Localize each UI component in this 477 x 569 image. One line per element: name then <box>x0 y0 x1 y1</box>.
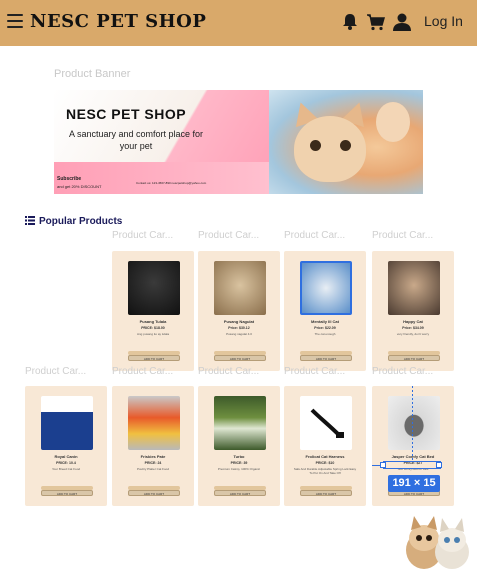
resize-handle-left[interactable] <box>380 462 386 468</box>
product-image <box>128 396 180 450</box>
cat-paw <box>376 102 410 142</box>
product-name: Pusang Tulala <box>139 319 167 324</box>
brand-logo[interactable]: NESC PET SHOP <box>30 11 206 32</box>
user-icon[interactable] <box>392 12 412 32</box>
product-description: Your Breed Cat Food <box>51 467 81 471</box>
banner-title: NESC PET SHOP <box>66 106 187 122</box>
banner-subscribe-note: and get 20% DISCOUNT <box>57 184 102 189</box>
bell-icon[interactable] <box>340 12 360 32</box>
banner-contact: Contact us: 123-4567-890 nescpetshop@yah… <box>136 181 207 185</box>
product-banner[interactable]: NESC PET SHOP A sanctuary and comfort pl… <box>54 90 423 194</box>
product-price: Price: $34.09 <box>402 326 424 330</box>
product-image <box>300 261 352 315</box>
product-description: Safe And Durable Adjustable Spring Lock … <box>293 467 357 475</box>
product-image <box>300 396 352 450</box>
add-to-cart-button[interactable]: ADD TO CART <box>214 355 266 361</box>
card-label: Product Car... <box>284 230 346 241</box>
login-link[interactable]: Log In <box>424 13 463 29</box>
product-card[interactable]: Happy Cat Price: $34.09 very friendly, d… <box>372 251 454 371</box>
product-card[interactable]: Royal Canin PRICE: 10.4 Your Breed Cat F… <box>25 386 107 506</box>
top-navigation-bar: NESC PET SHOP Log In <box>0 0 477 46</box>
product-image <box>388 396 440 450</box>
product-name: Jasper Comfy Cat Bed <box>391 454 435 459</box>
list-icon <box>25 215 35 225</box>
banner-tagline: A sanctuary and comfort place for your p… <box>68 129 204 151</box>
banner-subscribe: Subscribe <box>57 176 82 182</box>
popular-products-title: Popular Products <box>39 216 123 227</box>
add-to-cart-button[interactable]: ADD TO CART <box>300 355 352 361</box>
product-image <box>214 396 266 450</box>
product-price: Price: $30.12 <box>228 326 250 330</box>
hamburger-menu-icon[interactable] <box>7 14 23 28</box>
product-card[interactable]: Turbo PRICE: 39 Premium Catnip, 100% Org… <box>198 386 280 506</box>
product-card[interactable]: Mentally Ill Cat Price: $22.09 The cat e… <box>284 251 366 371</box>
add-to-cart-button[interactable]: ADD TO CART <box>128 490 180 496</box>
measure-guide-vertical <box>412 386 413 461</box>
cat-face <box>294 116 366 182</box>
product-card[interactable]: Pusang Nagulat Price: $30.12 Pusang nagu… <box>198 251 280 371</box>
product-price: PRICE: $10 <box>315 461 335 465</box>
product-name: Happy Cat <box>403 319 423 324</box>
cart-icon[interactable] <box>366 12 386 32</box>
product-name: Pusang Nagulat <box>223 319 255 324</box>
cat-eye-right <box>340 140 351 151</box>
card-label: Product Car... <box>112 230 174 241</box>
product-name: Mentally Ill Cat <box>310 319 339 324</box>
card-label: Product Car... <box>372 230 434 241</box>
product-price: PRICE: 39 <box>230 461 248 465</box>
product-card[interactable]: Pusang Tulala PRICE: $18.00 Ang pusang i… <box>112 251 194 371</box>
card-label: Product Car... <box>112 366 174 377</box>
product-image <box>128 261 180 315</box>
banner-pink-stripe <box>54 162 269 194</box>
product-card[interactable]: Frolicat Cat Harness PRICE: $10 Safe And… <box>284 386 366 506</box>
add-to-cart-button[interactable]: ADD TO CART <box>300 490 352 496</box>
product-price: Price: $22.09 <box>314 326 336 330</box>
resize-handle-right[interactable] <box>436 462 442 468</box>
product-description: very friendly, don't worry <box>396 332 430 336</box>
product-image <box>388 261 440 315</box>
product-description: Premium Catnip, 100% Organic <box>217 467 261 471</box>
product-image <box>41 396 93 450</box>
product-card[interactable]: Friskies Pate PRICE: 24 Poultry Platter … <box>112 386 194 506</box>
measure-size-badge: 191 × 15 <box>388 475 440 492</box>
kitten-mascot-image <box>406 516 469 569</box>
add-to-cart-button[interactable]: ADD TO CART <box>41 490 93 496</box>
product-name: Friskies Pate <box>140 454 166 459</box>
add-to-cart-button[interactable]: ADD TO CART <box>128 355 180 361</box>
product-name: Frolicat Cat Harness <box>305 454 345 459</box>
harness-image <box>310 408 344 438</box>
product-price: PRICE: 24 <box>144 461 162 465</box>
product-image <box>214 261 266 315</box>
product-price: PRICE: $18.00 <box>141 326 165 330</box>
measure-selection-box[interactable] <box>383 461 441 469</box>
card-label: Product Car... <box>372 366 434 377</box>
popular-products-heading: Popular Products <box>25 215 123 227</box>
product-description: Poultry Platter Cat Food <box>136 467 169 471</box>
add-to-cart-button[interactable]: ADD TO CART <box>214 490 266 496</box>
banner-text-panel: NESC PET SHOP A sanctuary and comfort pl… <box>54 90 269 194</box>
product-price: PRICE: 10.4 <box>56 461 76 465</box>
product-description: The cat enough <box>314 332 336 336</box>
product-name: Royal Canin <box>54 454 78 459</box>
cat-eye-left <box>310 140 321 151</box>
banner-label: Product Banner <box>54 68 131 80</box>
product-description: Pusang nagulat 4.0 <box>226 332 252 336</box>
card-label: Product Car... <box>284 366 346 377</box>
card-label: Product Car... <box>198 230 260 241</box>
card-label: Product Car... <box>198 366 260 377</box>
add-to-cart-button[interactable]: ADD TO CART <box>388 355 440 361</box>
product-name: Turbo <box>233 454 245 459</box>
product-description: Ang pusang ito ay tulala <box>136 332 170 336</box>
card-label: Product Car... <box>25 366 87 377</box>
